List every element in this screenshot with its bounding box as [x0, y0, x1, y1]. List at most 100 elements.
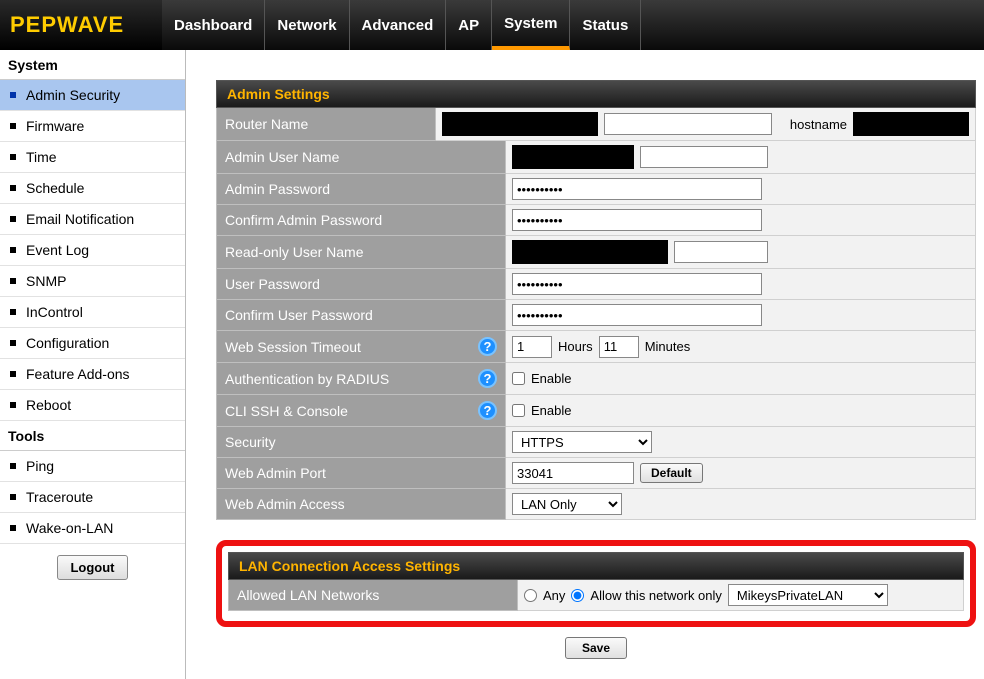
router-name-input[interactable] — [604, 113, 772, 135]
bullet-icon — [10, 92, 16, 98]
default-button[interactable]: Default — [640, 463, 703, 483]
radius-enable-label: Enable — [531, 371, 571, 386]
label-ro-user: Read-only User Name — [216, 236, 506, 269]
nav-item-system[interactable]: System — [492, 0, 570, 50]
user-password-confirm-input[interactable] — [512, 304, 762, 326]
topbar: PEPWAVE DashboardNetworkAdvancedAPSystem… — [0, 0, 984, 50]
nav-item-dashboard[interactable]: Dashboard — [162, 0, 265, 50]
cli-enable-checkbox[interactable] — [512, 404, 525, 417]
sidebar-item-event-log[interactable]: Event Log — [0, 235, 185, 266]
label-timeout: Web Session Timeout ? — [216, 331, 506, 363]
sidebar-item-wake-on-lan[interactable]: Wake-on-LAN — [0, 513, 185, 544]
bullet-icon — [10, 525, 16, 531]
sidebar-item-snmp[interactable]: SNMP — [0, 266, 185, 297]
admin-password-input[interactable] — [512, 178, 762, 200]
label-user-pw: User Password — [216, 269, 506, 300]
sidebar-item-email-notification[interactable]: Email Notification — [0, 204, 185, 235]
cli-enable-label: Enable — [531, 403, 571, 418]
hostname-label: hostname — [790, 117, 847, 132]
sidebar-item-label: InControl — [26, 304, 83, 320]
sidebar-item-label: Event Log — [26, 242, 89, 258]
sidebar-group-system: System — [0, 50, 185, 80]
hostname-redacted — [853, 112, 969, 136]
brand-logo: PEPWAVE — [0, 0, 162, 50]
admin-user-redacted — [512, 145, 634, 169]
web-admin-access-select[interactable]: LAN Only — [512, 493, 622, 515]
sidebar-item-label: Configuration — [26, 335, 109, 351]
security-select[interactable]: HTTPS — [512, 431, 652, 453]
save-button[interactable]: Save — [565, 637, 627, 659]
ro-user-input[interactable] — [674, 241, 768, 263]
sidebar-item-time[interactable]: Time — [0, 142, 185, 173]
user-password-input[interactable] — [512, 273, 762, 295]
label-admin-user: Admin User Name — [216, 141, 506, 174]
label-user-pw2: Confirm User Password — [216, 300, 506, 331]
help-icon[interactable]: ? — [478, 369, 497, 388]
label-admin-pw2: Confirm Admin Password — [216, 205, 506, 236]
bullet-icon — [10, 340, 16, 346]
bullet-icon — [10, 247, 16, 253]
sidebar: SystemAdmin SecurityFirmware Time Schedule… — [0, 50, 186, 679]
minutes-label: Minutes — [645, 339, 691, 354]
brand-text: PEPWAVE — [10, 12, 124, 38]
sidebar-item-label: Feature Add-ons — [26, 366, 130, 382]
sidebar-item-incontrol[interactable]: InControl — [0, 297, 185, 328]
bullet-icon — [10, 463, 16, 469]
admin-user-input[interactable] — [640, 146, 768, 168]
bullet-icon — [10, 185, 16, 191]
nav-item-ap[interactable]: AP — [446, 0, 492, 50]
lan-access-highlight: LAN Connection Access Settings Allowed L… — [216, 540, 976, 627]
label-port: Web Admin Port — [216, 458, 506, 489]
timeout-minutes-input[interactable] — [599, 336, 639, 358]
label-router-name: Router Name — [216, 108, 436, 141]
sidebar-item-label: Ping — [26, 458, 54, 474]
lan-access-header: LAN Connection Access Settings — [228, 552, 964, 580]
admin-settings-header: Admin Settings — [216, 80, 976, 108]
logout-button[interactable]: Logout — [57, 555, 127, 580]
admin-settings-panel: Admin Settings Router Name hostname Admi… — [216, 80, 976, 520]
sidebar-item-label: Schedule — [26, 180, 84, 196]
timeout-hours-input[interactable] — [512, 336, 552, 358]
lan-any-label: Any — [543, 588, 565, 603]
bullet-icon — [10, 123, 16, 129]
bullet-icon — [10, 278, 16, 284]
bullet-icon — [10, 309, 16, 315]
help-icon[interactable]: ? — [478, 401, 497, 420]
sidebar-item-schedule[interactable]: Schedule — [0, 173, 185, 204]
sidebar-item-label: Traceroute — [26, 489, 93, 505]
sidebar-group-tools: Tools — [0, 421, 185, 451]
nav-item-network[interactable]: Network — [265, 0, 349, 50]
help-icon[interactable]: ? — [478, 337, 497, 356]
router-name-redacted — [442, 112, 598, 136]
sidebar-item-admin-security[interactable]: Admin Security — [0, 80, 185, 111]
sidebar-item-label: Email Notification — [26, 211, 134, 227]
label-allowed-lan: Allowed LAN Networks — [228, 580, 518, 611]
bullet-icon — [10, 154, 16, 160]
bullet-icon — [10, 371, 16, 377]
admin-password-confirm-input[interactable] — [512, 209, 762, 231]
sidebar-item-traceroute[interactable]: Traceroute — [0, 482, 185, 513]
sidebar-item-feature-add-ons[interactable]: Feature Add-ons — [0, 359, 185, 390]
sidebar-item-configuration[interactable]: Configuration — [0, 328, 185, 359]
lan-allow-radio[interactable] — [571, 589, 584, 602]
label-cli: CLI SSH & Console ? — [216, 395, 506, 427]
radius-enable-checkbox[interactable] — [512, 372, 525, 385]
sidebar-item-label: Wake-on-LAN — [26, 520, 113, 536]
sidebar-item-label: Time — [26, 149, 57, 165]
sidebar-item-ping[interactable]: Ping — [0, 451, 185, 482]
bullet-icon — [10, 402, 16, 408]
sidebar-item-firmware[interactable]: Firmware — [0, 111, 185, 142]
sidebar-item-reboot[interactable]: Reboot — [0, 390, 185, 421]
lan-any-radio[interactable] — [524, 589, 537, 602]
sidebar-item-label: Reboot — [26, 397, 71, 413]
ro-user-redacted — [512, 240, 668, 264]
web-admin-port-input[interactable] — [512, 462, 634, 484]
main-nav: DashboardNetworkAdvancedAPSystemStatus — [162, 0, 641, 50]
lan-network-select[interactable]: MikeysPrivateLAN — [728, 584, 888, 606]
hours-label: Hours — [558, 339, 593, 354]
nav-item-status[interactable]: Status — [570, 0, 641, 50]
nav-item-advanced[interactable]: Advanced — [350, 0, 447, 50]
sidebar-item-label: SNMP — [26, 273, 66, 289]
bullet-icon — [10, 494, 16, 500]
content: Admin Settings Router Name hostname Admi… — [186, 50, 984, 679]
